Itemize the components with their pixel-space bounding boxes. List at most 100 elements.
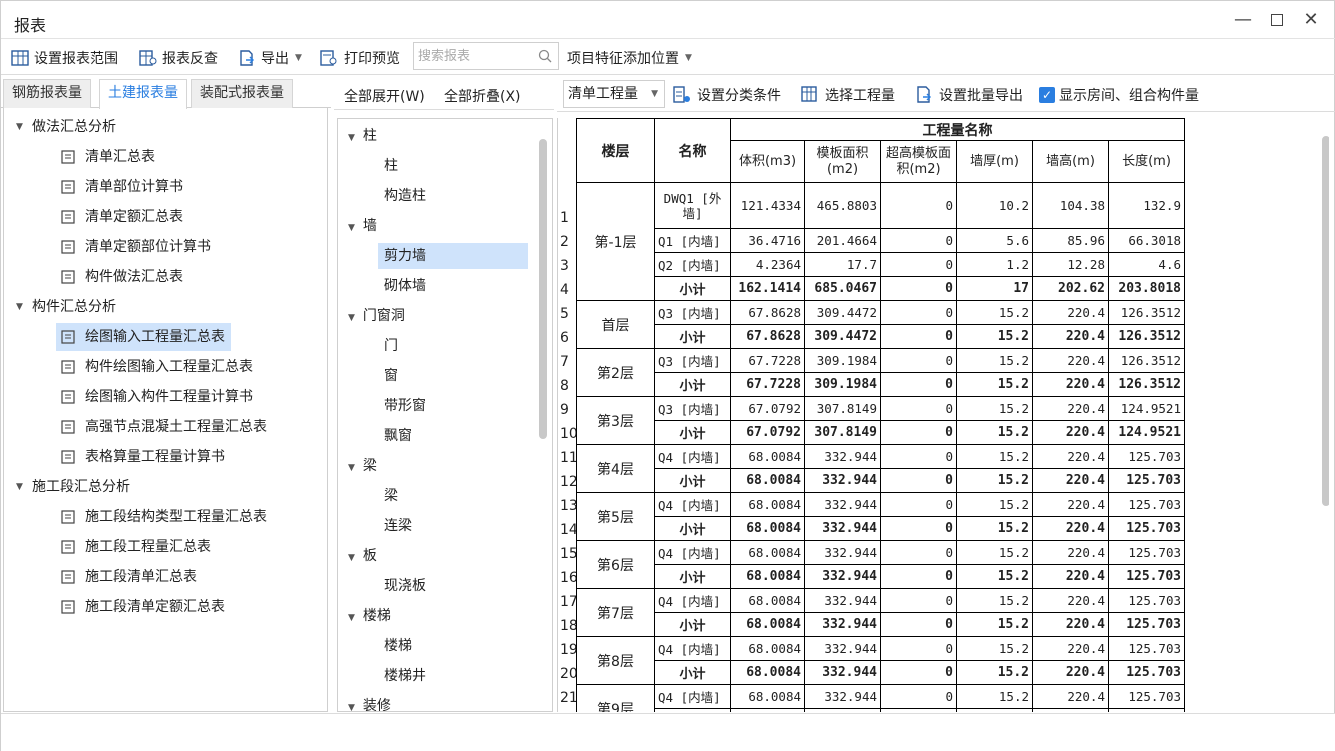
component-item[interactable]: 砌体墙 [384,273,426,299]
select-quantity-button[interactable]: 选择工程量 [801,85,895,105]
set-category-button[interactable]: 设置分类条件 [673,85,781,105]
component-item[interactable]: 门 [384,333,398,359]
component-item[interactable]: 楼梯井 [384,663,426,689]
feature-position-dropdown[interactable]: 项目特征添加位置 ▼ [567,47,692,69]
component-label: 柱 [384,158,398,174]
tree-item[interactable]: 施工段清单定额汇总表 [61,594,225,620]
subtotal-label: 小计 [654,564,731,589]
tree-group-method[interactable]: ▼ 做法汇总分析 [16,114,116,140]
maximize-button[interactable] [1265,9,1289,31]
component-group[interactable]: ▼ 板 [348,543,377,569]
export-button[interactable]: 导出 ▼ [238,47,302,69]
expand-icon: ▼ [348,133,355,143]
subtotal-value-cell: 126.3512 [1108,324,1185,349]
component-item[interactable]: 现浇板 [384,573,426,599]
component-item[interactable]: 柱 [384,153,398,179]
table-row: Q2 [内墙] 4.2364 17.7 0 1.2 12.28 4.6 [577,252,1185,277]
tab-rebar[interactable]: 钢筋报表量 [3,79,91,108]
expand-icon: ▼ [348,223,355,233]
subtotal-value-cell: 125.703 [1108,564,1185,589]
tree-group-construction-section[interactable]: ▼ 施工段汇总分析 [16,474,130,500]
value-cell: 12.28 [1032,252,1109,277]
row-number: 6 [560,330,569,346]
value-cell: 220.4 [1032,588,1109,613]
component-item[interactable]: 带形窗 [384,393,426,419]
expand-icon: ▼ [348,463,355,473]
set-range-button[interactable]: 设置报表范围 [11,47,118,69]
tree-item[interactable]: 施工段结构类型工程量汇总表 [61,504,267,530]
subtotal-value-cell: 68.0084 [730,468,805,493]
subtotal-value-cell: 220.4 [1032,372,1109,397]
component-item[interactable]: 梁 [384,483,398,509]
component-item[interactable]: 窗 [384,363,398,389]
document-icon [61,600,75,614]
tree-item[interactable]: 绘图输入构件工程量计算书 [61,384,253,410]
component-label: 楼梯 [362,608,391,624]
report-grid-scrollbar[interactable] [1322,136,1329,506]
table-row: 首层 Q3 [内墙] 67.8628 309.4472 0 15.2 220.4 126.35… [576,300,1185,349]
table-row: Q1 [内墙] 36.4716 201.4664 0 5.6 85.96 66.3018 [577,228,1185,253]
tree-item[interactable]: 清单部位计算书 [61,174,183,200]
value-cell: 68.0084 [730,588,805,613]
batch-export-label: 设置批量导出 [939,88,1023,104]
expand-icon: ▼ [348,553,355,563]
export-icon [240,50,254,66]
component-group[interactable]: ▼ 柱 [348,123,377,149]
tree-item[interactable]: 清单定额汇总表 [61,204,183,230]
table-row: 第5层 Q4 [内墙] 68.0084 332.944 0 15.2 220.4 125.70… [576,492,1185,541]
minimize-button[interactable]: — [1231,9,1255,31]
tree-item[interactable]: 清单定额部位计算书 [61,234,211,260]
tree-item[interactable]: 高强节点混凝土工程量汇总表 [61,414,267,440]
tree-item[interactable]: 清单汇总表 [61,144,155,170]
component-group[interactable]: ▼ 梁 [348,453,377,479]
tree-item[interactable]: 构件做法汇总表 [61,264,183,290]
expand-icon: ▼ [348,703,355,712]
subtotal-value-cell: 220.4 [1032,324,1109,349]
component-group[interactable]: ▼ 门窗洞 [348,303,405,329]
value-cell: 125.703 [1108,492,1185,517]
tree-item[interactable]: 构件绘图输入工程量汇总表 [61,354,253,380]
value-cell: 68.0084 [730,444,805,469]
component-tree-scrollbar[interactable] [539,139,547,439]
component-group[interactable]: ▼ 墙 [348,213,377,239]
search-input[interactable] [414,43,532,69]
feature-position-label: 项目特征添加位置 [567,51,679,67]
tree-item-selected[interactable]: 绘图输入工程量汇总表 [56,323,231,351]
search-icon[interactable] [538,49,552,63]
component-label: 梁 [384,488,398,504]
value-cell: 126.3512 [1108,300,1185,325]
col-header-floor: 楼层 [576,118,655,183]
component-item[interactable]: 剪力墙 [378,243,528,269]
col-header-high-formwork: 超高模板面积(m2) [880,140,957,183]
component-item[interactable]: 构造柱 [384,183,426,209]
tab-civil[interactable]: 土建报表量 [99,79,187,109]
component-group[interactable]: ▼ 装修 [348,693,391,712]
show-room-checkbox[interactable]: ✓ 显示房间、组合构件量 [1039,85,1199,105]
tree-item[interactable]: 表格算量工程量计算书 [61,444,225,470]
tree-item[interactable]: 施工段清单汇总表 [61,564,197,590]
print-preview-button[interactable]: 打印预览 [319,47,400,69]
value-cell: 126.3512 [1108,348,1185,373]
close-button[interactable]: ✕ [1299,9,1323,31]
subtotal-row: 小计 162.1414 685.0467 0 17 202.62 203.8018 [577,276,1185,301]
component-item[interactable]: 楼梯 [384,633,412,659]
component-label: 飘窗 [384,428,412,444]
collapse-all-button[interactable]: 全部折叠(X) [444,86,521,106]
component-label: 门窗洞 [362,308,405,324]
quantity-type-select[interactable]: 清单工程量 ▼ [563,80,665,108]
tree-item[interactable]: 施工段工程量汇总表 [61,534,211,560]
batch-export-button[interactable]: 设置批量导出 [915,85,1023,105]
expand-all-button[interactable]: 全部展开(W) [344,86,425,106]
name-cell: Q4 [内墙] [654,492,731,517]
value-cell: 1.2 [956,252,1033,277]
value-cell: 0 [880,252,957,277]
tab-prefab[interactable]: 装配式报表量 [191,79,293,108]
tree-group-component[interactable]: ▼ 构件汇总分析 [16,294,116,320]
floor-cell: 第6层 [576,540,655,589]
component-item[interactable]: 连梁 [384,513,412,539]
component-item[interactable]: 飘窗 [384,423,412,449]
component-group[interactable]: ▼ 楼梯 [348,603,391,629]
reverse-lookup-button[interactable]: 报表反查 [139,47,218,69]
subtotal-value-cell: 15.2 [956,372,1033,397]
component-label: 窗 [384,368,398,384]
